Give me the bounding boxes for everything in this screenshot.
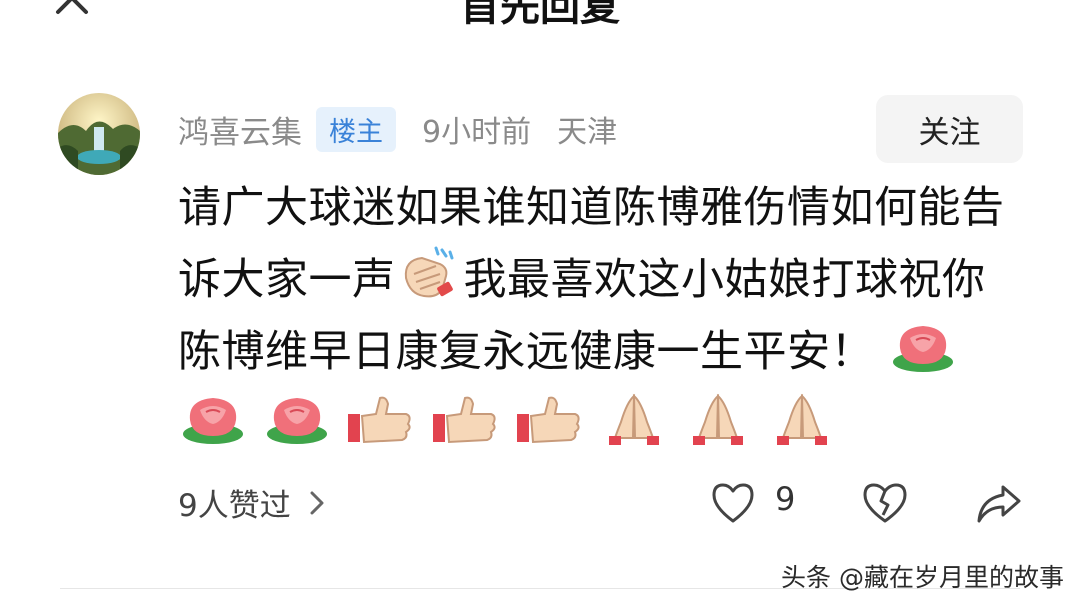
share-icon[interactable]	[975, 483, 1023, 525]
chevron-right-icon	[310, 491, 324, 514]
clapping-hands-icon	[404, 246, 453, 298]
thumbs-up-icon	[432, 396, 496, 444]
comment-text: 请广大球迷如果谁知道陈博雅伤情如何能告诉大家一声 我最喜欢这小姑娘打球祝你陈博维…	[178, 172, 1008, 460]
comment-meta: 鸿喜云集 楼主 9小时前 天津	[178, 106, 617, 152]
rose-icon	[267, 398, 328, 444]
likes-label: 9人赞过	[178, 488, 291, 524]
thumbs-up-icon	[348, 396, 411, 444]
username[interactable]: 鸿喜云集	[178, 107, 302, 152]
timestamp: 9小时前	[422, 115, 532, 150]
watermark: 头条 @藏在岁月里的故事	[781, 563, 1064, 592]
landscape-avatar-icon	[58, 93, 140, 175]
rose-icon	[183, 398, 243, 444]
like-count: 9	[775, 480, 796, 518]
folded-hands-icon	[608, 393, 659, 445]
folded-hands-icon	[777, 393, 828, 445]
heart-icon[interactable]	[710, 481, 756, 525]
rose-icon	[893, 326, 954, 372]
likes-link[interactable]: 9人赞过	[178, 480, 325, 525]
top-bar: 首先回复	[0, 0, 1080, 30]
page-title: 首先回复	[460, 0, 620, 30]
avatar[interactable]	[58, 93, 140, 175]
folded-hands-icon	[693, 393, 744, 445]
follow-button[interactable]: 关注	[876, 95, 1023, 163]
broken-heart-icon[interactable]	[861, 481, 909, 525]
op-badge: 楼主	[316, 106, 396, 152]
thumbs-up-icon	[516, 396, 580, 444]
location: 天津	[557, 115, 618, 150]
